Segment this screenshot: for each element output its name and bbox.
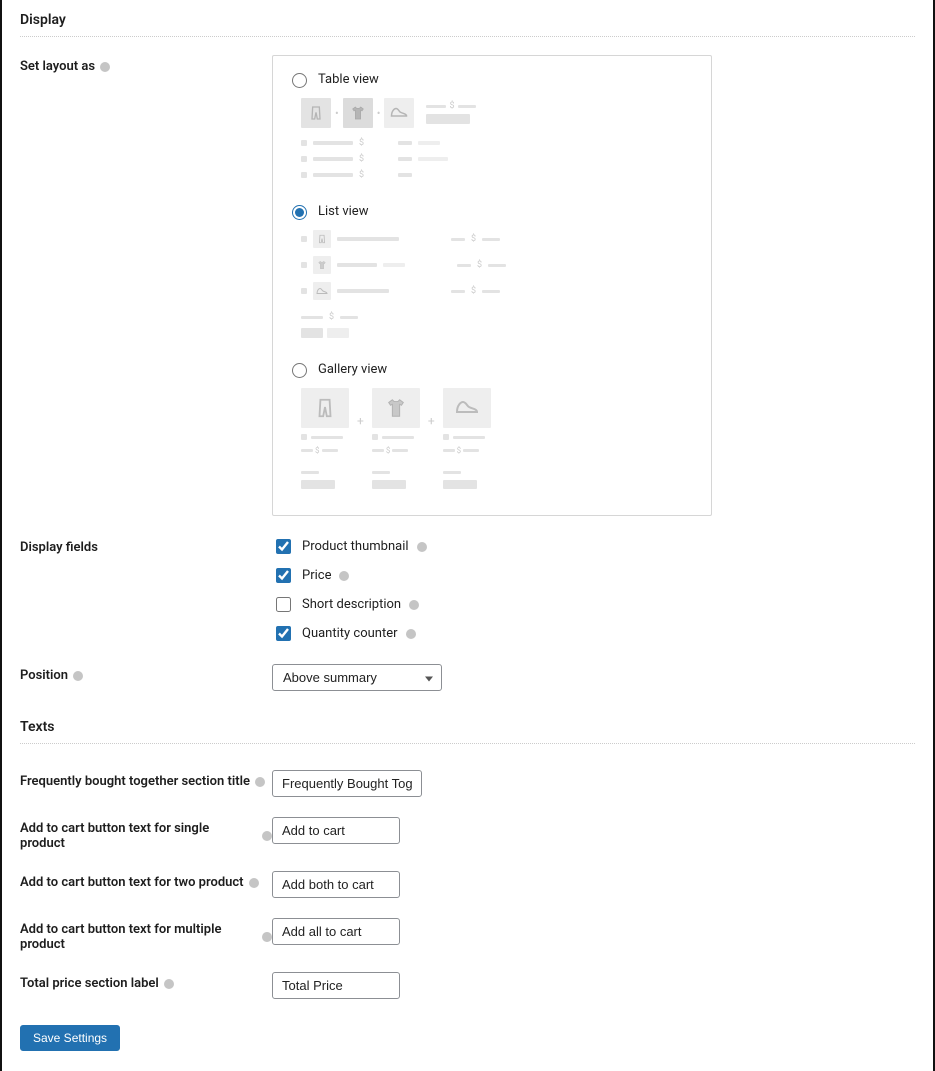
- input-btn-two[interactable]: [272, 871, 400, 898]
- row-section-title: Frequently bought together section title: [20, 770, 915, 797]
- shoe-icon: [390, 106, 408, 120]
- radio-list-view[interactable]: [292, 205, 307, 220]
- checkbox-qty-label[interactable]: Quantity counter: [302, 626, 398, 641]
- check-item-thumbnail: Product thumbnail: [272, 536, 915, 557]
- row-btn-two: Add to cart button text for two product: [20, 871, 915, 898]
- input-total-label[interactable]: [272, 972, 400, 999]
- row-total-label: Total price section label: [20, 972, 915, 999]
- checkbox-shortdesc[interactable]: [276, 597, 291, 612]
- checkbox-thumbnail[interactable]: [276, 539, 291, 554]
- checkbox-price-label[interactable]: Price: [302, 568, 331, 583]
- label-btn-multiple-text: Add to cart button text for multiple pro…: [20, 922, 257, 952]
- save-button[interactable]: Save Settings: [20, 1025, 120, 1051]
- shirt-icon: [317, 260, 327, 270]
- label-section-title: Frequently bought together section title: [20, 770, 272, 789]
- shirt-icon: [350, 105, 366, 121]
- shoe-icon: [455, 400, 479, 416]
- pants-icon: [317, 234, 327, 244]
- input-btn-multiple[interactable]: [272, 918, 400, 945]
- info-icon[interactable]: [100, 62, 110, 72]
- label-btn-two-text: Add to cart button text for two product: [20, 875, 244, 890]
- checkbox-thumbnail-label[interactable]: Product thumbnail: [302, 539, 409, 554]
- input-section-title[interactable]: [272, 770, 422, 797]
- checkbox-price[interactable]: [276, 568, 291, 583]
- check-list: Product thumbnail Price Short descriptio…: [272, 536, 915, 644]
- shirt-icon: [385, 397, 407, 419]
- section-heading-display: Display: [20, 12, 915, 28]
- info-icon[interactable]: [339, 571, 349, 581]
- radio-table-view[interactable]: [292, 73, 307, 88]
- info-icon[interactable]: [406, 629, 416, 639]
- label-position-text: Position: [20, 668, 68, 683]
- row-position: Position Above summary: [20, 664, 915, 691]
- preview-list: $ $: [301, 230, 697, 338]
- radio-row-gallery: Gallery view: [287, 360, 697, 378]
- label-layout-text: Set layout as: [20, 59, 95, 74]
- info-icon[interactable]: [73, 671, 83, 681]
- radio-list-label[interactable]: List view: [318, 204, 368, 219]
- label-total-text: Total price section label: [20, 976, 159, 991]
- shoe-icon: [316, 287, 328, 296]
- section-heading-texts: Texts: [20, 719, 915, 735]
- label-total: Total price section label: [20, 972, 272, 991]
- divider: [20, 36, 915, 37]
- info-icon[interactable]: [409, 600, 419, 610]
- check-item-shortdesc: Short description: [272, 594, 915, 615]
- preview-gallery: $ +: [301, 388, 697, 489]
- checkbox-shortdesc-label[interactable]: Short description: [302, 597, 401, 612]
- pants-icon: [308, 105, 324, 121]
- info-icon[interactable]: [262, 831, 272, 841]
- layout-options-card: Table view • •: [272, 55, 712, 516]
- radio-table-label[interactable]: Table view: [318, 72, 379, 87]
- preview-table: • • $: [301, 98, 697, 180]
- label-display-fields-text: Display fields: [20, 540, 98, 555]
- info-icon[interactable]: [249, 878, 259, 888]
- label-section-title-text: Frequently bought together section title: [20, 774, 250, 789]
- row-btn-single: Add to cart button text for single produ…: [20, 817, 915, 851]
- info-icon[interactable]: [262, 932, 272, 942]
- info-icon[interactable]: [164, 979, 174, 989]
- label-btn-multiple: Add to cart button text for multiple pro…: [20, 918, 272, 952]
- position-select[interactable]: Above summary: [272, 664, 442, 691]
- radio-row-table: Table view: [287, 70, 697, 88]
- row-layout: Set layout as Table view •: [20, 55, 915, 516]
- label-btn-single: Add to cart button text for single produ…: [20, 817, 272, 851]
- pants-icon: [314, 397, 336, 419]
- radio-row-list: List view: [287, 202, 697, 220]
- label-display-fields: Display fields: [20, 536, 272, 555]
- row-display-fields: Display fields Product thumbnail Price S…: [20, 536, 915, 644]
- check-item-qty: Quantity counter: [272, 623, 915, 644]
- row-btn-multiple: Add to cart button text for multiple pro…: [20, 918, 915, 952]
- label-layout: Set layout as: [20, 55, 272, 74]
- info-icon[interactable]: [255, 777, 265, 787]
- radio-gallery-view[interactable]: [292, 363, 307, 378]
- check-item-price: Price: [272, 565, 915, 586]
- label-btn-two: Add to cart button text for two product: [20, 871, 272, 890]
- divider: [20, 743, 915, 744]
- input-btn-single[interactable]: [272, 817, 400, 844]
- label-position: Position: [20, 664, 272, 683]
- info-icon[interactable]: [417, 542, 427, 552]
- checkbox-qty[interactable]: [276, 626, 291, 641]
- radio-gallery-label[interactable]: Gallery view: [318, 362, 387, 377]
- position-select-wrap: Above summary: [272, 664, 442, 691]
- label-btn-single-text: Add to cart button text for single produ…: [20, 821, 257, 851]
